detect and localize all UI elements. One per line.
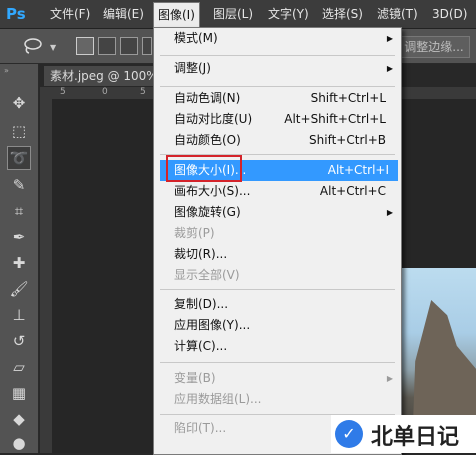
menu-item-label: 模式(M) (174, 31, 218, 45)
menu-item-label: 计算(C)... (174, 339, 228, 353)
history-brush-tool-icon[interactable]: ↺ (8, 330, 30, 352)
add-to-selection-button[interactable] (98, 37, 116, 55)
menu-item-variables: 变量(B) ▶ (154, 368, 401, 389)
menu-item-auto-contrast[interactable]: 自动对比度(U) Alt+Shift+Ctrl+L (154, 109, 401, 130)
quick-select-tool-icon[interactable]: ✎ (8, 174, 30, 196)
menu-image[interactable]: 图像(I) (153, 2, 200, 29)
menu-item-shortcut: Alt+Ctrl+I (327, 163, 389, 177)
menu-item-adjustments[interactable]: 调整(J) ▶ (154, 58, 401, 79)
ruler-label: 0 (102, 87, 108, 97)
photoshop-logo: Ps (6, 5, 26, 23)
menu-item-duplicate[interactable]: 复制(D)... (154, 294, 401, 315)
ruler-label: 5 (60, 87, 66, 97)
menu-item-shortcut: Shift+Ctrl+B (309, 133, 386, 147)
submenu-arrow-icon: ▶ (386, 34, 393, 43)
menu-separator (160, 289, 395, 290)
subtract-from-selection-button[interactable] (120, 37, 138, 55)
submenu-arrow-icon: ▶ (386, 64, 393, 73)
image-menu-dropdown: 模式(M) ▶ 调整(J) ▶ 自动色调(N) Shift+Ctrl+L 自动对… (153, 27, 402, 455)
crop-tool-icon[interactable]: ⌗ (8, 200, 30, 222)
menu-item-label: 自动颜色(O) (174, 133, 241, 147)
menu-item-label: 变量(B) (174, 371, 216, 385)
menu-separator (160, 86, 395, 87)
menu-bar: Ps 文件(F) 编辑(E) 图像(I) 图层(L) 文字(Y) 选择(S) 滤… (0, 0, 476, 29)
menu-item-shortcut: Shift+Ctrl+L (310, 91, 386, 105)
menu-item-label: 陷印(T)... (174, 421, 227, 435)
menu-item-label: 显示全部(V) (174, 268, 240, 282)
menu-item-label: 自动对比度(U) (174, 112, 253, 126)
menu-separator (160, 362, 395, 363)
move-tool-icon[interactable]: ✥ (8, 92, 30, 114)
new-selection-button[interactable] (76, 37, 94, 55)
menu-item-auto-tone[interactable]: 自动色调(N) Shift+Ctrl+L (154, 88, 401, 109)
blur-tool-icon[interactable]: ◆ (8, 408, 30, 430)
brush-tool-icon[interactable]: 🖌 (8, 278, 30, 300)
menu-filter[interactable]: 滤镜(T) (377, 0, 418, 28)
menu-edit[interactable]: 编辑(E) (103, 0, 144, 28)
menu-item-label: 裁剪(P) (174, 226, 215, 240)
eyedropper-tool-icon[interactable]: ✒ (8, 226, 30, 248)
dodge-tool-icon[interactable]: ● (8, 432, 30, 454)
tools-panel: » ✥ ⬚ ➰ ✎ ⌗ ✒ ✚ 🖌 ⊥ ↺ ▱ ▦ ◆ ● (0, 64, 39, 453)
menu-item-label: 应用数据组(L)... (174, 392, 262, 406)
submenu-arrow-icon: ▶ (386, 374, 393, 383)
menu-item-label: 调整(J) (174, 61, 211, 75)
submenu-arrow-icon: ▶ (386, 208, 393, 217)
healing-brush-tool-icon[interactable]: ✚ (8, 252, 30, 274)
menu-item-apply-data-set: 应用数据组(L)... (154, 389, 401, 410)
menu-type[interactable]: 文字(Y) (268, 0, 309, 28)
menu-item-auto-color[interactable]: 自动颜色(O) Shift+Ctrl+B (154, 130, 401, 151)
menu-item-trim[interactable]: 裁切(R)... (154, 244, 401, 265)
tool-preset-dropdown-icon[interactable]: ▼ (50, 43, 56, 52)
menu-layer[interactable]: 图层(L) (213, 0, 253, 28)
eraser-tool-icon[interactable]: ▱ (8, 356, 30, 378)
lasso-tool-icon[interactable]: ➰ (7, 146, 31, 170)
menu-item-label: 应用图像(Y)... (174, 318, 251, 332)
document-tab[interactable]: 素材.jpeg @ 100% (44, 66, 162, 86)
menu-item-calculations[interactable]: 计算(C)... (154, 336, 401, 357)
menu-3d[interactable]: 3D(D) (432, 0, 467, 28)
menu-item-crop: 裁剪(P) (154, 223, 401, 244)
gradient-tool-icon[interactable]: ▦ (8, 382, 30, 404)
annotation-highlight-box (166, 155, 242, 182)
menu-item-label: 自动色调(N) (174, 91, 241, 105)
refine-edge-button[interactable]: 调整边缘... (398, 36, 470, 58)
menu-select[interactable]: 选择(S) (322, 0, 363, 28)
menu-item-canvas-size[interactable]: 画布大小(S)... Alt+Ctrl+C (154, 181, 401, 202)
menu-item-label: 裁切(R)... (174, 247, 228, 261)
intersect-selection-button[interactable] (142, 37, 152, 55)
clone-stamp-tool-icon[interactable]: ⊥ (8, 304, 30, 326)
menu-item-image-rotation[interactable]: 图像旋转(G) ▶ (154, 202, 401, 223)
ruler-label: 5 (140, 87, 146, 97)
menu-item-shortcut: Alt+Ctrl+C (319, 184, 386, 198)
watermark: ✓ 北单日记 (331, 415, 476, 453)
watermark-check-icon: ✓ (335, 420, 363, 448)
menu-separator (160, 55, 395, 56)
marquee-tool-icon[interactable]: ⬚ (8, 120, 30, 142)
menu-item-label: 图像旋转(G) (174, 205, 241, 219)
menu-item-mode[interactable]: 模式(M) ▶ (154, 28, 401, 49)
watermark-text: 北单日记 (371, 425, 460, 450)
collapse-panel-icon[interactable]: » (4, 66, 9, 75)
menu-item-reveal-all: 显示全部(V) (154, 265, 401, 286)
menu-item-label: 画布大小(S)... (174, 184, 251, 198)
menu-item-label: 复制(D)... (174, 297, 229, 311)
menu-file[interactable]: 文件(F) (50, 0, 90, 28)
vertical-ruler (40, 99, 52, 453)
menu-item-apply-image[interactable]: 应用图像(Y)... (154, 315, 401, 336)
lasso-options-icon[interactable] (22, 37, 44, 55)
menu-item-shortcut: Alt+Shift+Ctrl+L (284, 112, 386, 126)
